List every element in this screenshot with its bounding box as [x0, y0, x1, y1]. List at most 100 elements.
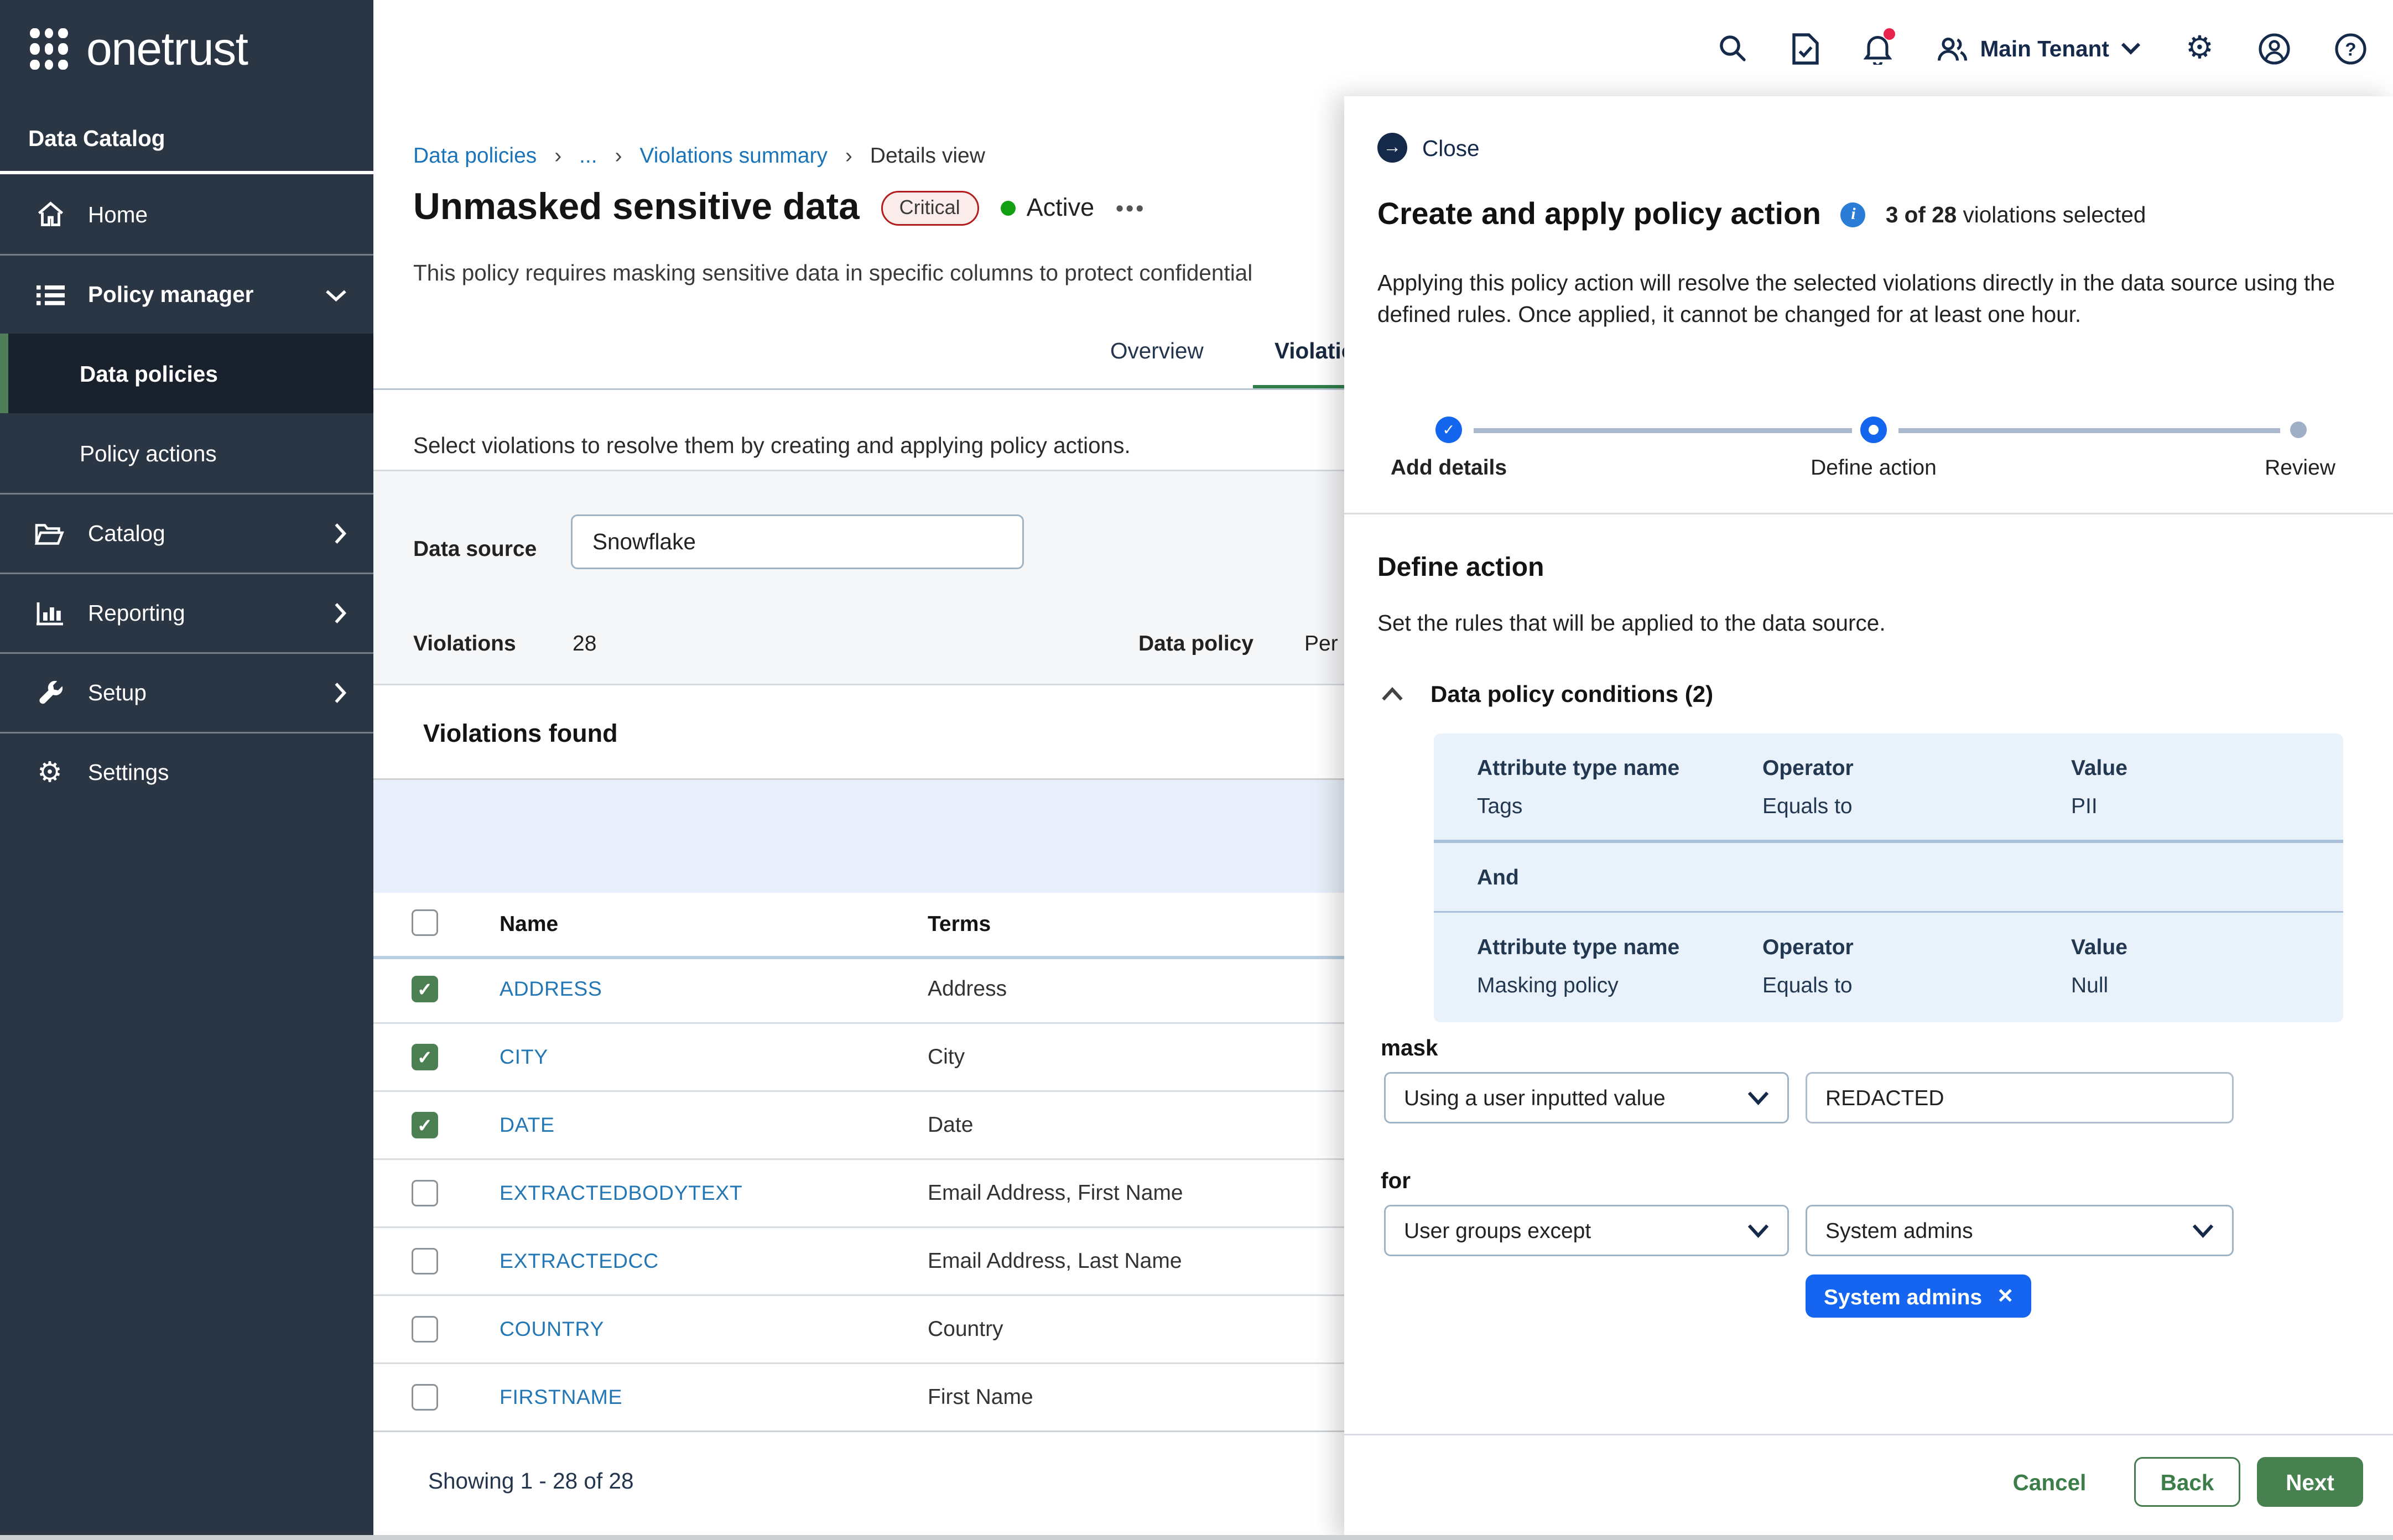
chip-remove-icon[interactable]: ✕: [1997, 1284, 2014, 1308]
svg-text:?: ?: [2345, 38, 2356, 59]
data-source-input[interactable]: Snowflake: [571, 514, 1024, 569]
conditions-title: Data policy conditions (2): [1430, 680, 1713, 707]
condition-headers: Attribute type nameOperatorValue: [1434, 755, 2343, 780]
conditions-toggle[interactable]: Data policy conditions (2): [1381, 680, 1713, 707]
row-checkbox[interactable]: ✓: [412, 1044, 438, 1070]
row-checkbox[interactable]: ✓: [412, 976, 438, 1002]
pagination-status: Showing 1 - 28 of 28: [428, 1469, 634, 1494]
row-checkbox[interactable]: [412, 1248, 438, 1274]
breadcrumb-data-policies[interactable]: Data policies: [413, 143, 537, 168]
tab-overview[interactable]: Overview: [1110, 339, 1204, 363]
violation-terms: Date: [928, 1112, 973, 1137]
breadcrumb-violations-summary[interactable]: Violations summary: [639, 143, 828, 168]
tenant-label: Main Tenant: [1980, 36, 2109, 61]
user-group-chip[interactable]: System admins ✕: [1806, 1274, 2032, 1318]
product-name: Data Catalog: [28, 126, 165, 151]
condition-row: Masking policyEquals toNull: [1434, 972, 2343, 997]
chevron-right-icon: [334, 682, 347, 704]
tenant-switcher[interactable]: Main Tenant: [1937, 34, 2141, 63]
home-icon: [35, 201, 65, 227]
column-header-name[interactable]: Name: [500, 911, 558, 936]
step-review[interactable]: Review: [2225, 455, 2375, 480]
violations-label: Violations: [413, 631, 516, 655]
row-checkbox[interactable]: [412, 1384, 438, 1411]
user-group-select[interactable]: System admins: [1806, 1205, 2234, 1256]
violation-link[interactable]: ADDRESS: [500, 977, 602, 1001]
violation-link[interactable]: EXTRACTEDCC: [500, 1250, 659, 1273]
next-button[interactable]: Next: [2257, 1457, 2363, 1507]
tenant-people-icon: [1937, 34, 1969, 63]
chevron-right-icon: [334, 602, 347, 624]
sidebar-item-data-policies[interactable]: Data policies: [0, 334, 373, 413]
step-upcoming-icon: [2290, 422, 2307, 438]
chevron-down-icon: [1747, 1090, 1769, 1105]
define-action-heading: Define action: [1377, 554, 1544, 584]
breadcrumb-ellipsis[interactable]: ...: [579, 143, 597, 168]
close-arrow-icon: →: [1377, 133, 1407, 163]
violation-link[interactable]: EXTRACTEDBODYTEXT: [500, 1182, 742, 1205]
conditions-panel: Attribute type nameOperatorValue TagsEqu…: [1434, 733, 2343, 1022]
settings-gear-icon[interactable]: ⚙: [2186, 33, 2214, 64]
violations-found-title: Violations found: [423, 720, 618, 748]
drawer-description: Applying this policy action will resolve…: [1377, 267, 2337, 330]
back-button[interactable]: Back: [2134, 1457, 2240, 1507]
sidebar: onetrust Data Catalog Home Policy manage…: [0, 0, 373, 1540]
violations-count: 28: [573, 631, 596, 655]
violation-link[interactable]: FIRSTNAME: [500, 1386, 622, 1409]
page-title: Unmasked sensitive data: [413, 186, 860, 229]
row-checkbox[interactable]: [412, 1180, 438, 1206]
row-checkbox[interactable]: ✓: [412, 1112, 438, 1138]
chevron-up-icon: [1381, 686, 1404, 701]
status-badge: Active: [1000, 194, 1095, 222]
more-actions-button[interactable]: •••: [1116, 195, 1146, 220]
define-action-subheading: Set the rules that will be applied to th…: [1377, 611, 1886, 636]
mask-value-input[interactable]: REDACTED: [1806, 1072, 2234, 1123]
for-label: for: [1381, 1168, 1411, 1193]
condition-headers: Attribute type nameOperatorValue: [1434, 934, 2343, 959]
sidebar-item-reporting[interactable]: Reporting: [0, 573, 373, 652]
sidebar-item-catalog[interactable]: Catalog: [0, 493, 373, 573]
violation-terms: City: [928, 1044, 965, 1069]
violation-terms: Address: [928, 976, 1007, 1001]
violation-link[interactable]: CITY: [500, 1045, 548, 1069]
breadcrumb: Data policies › ... › Violations summary…: [413, 143, 985, 168]
logo-grid-icon: [30, 28, 70, 72]
sidebar-item-policy-manager[interactable]: Policy manager: [0, 254, 373, 334]
notifications-bell-icon[interactable]: [1864, 33, 1892, 64]
onetrust-logo[interactable]: onetrust: [30, 23, 248, 76]
folder-icon: [35, 522, 65, 545]
help-icon[interactable]: ?: [2335, 33, 2366, 64]
wrench-icon: [35, 680, 65, 706]
search-icon[interactable]: [1718, 33, 1748, 63]
selected-violations-info: 3 of 28 violations selected: [1886, 202, 2146, 227]
step-complete-icon: ✓: [1435, 417, 1462, 443]
sidebar-item-policy-actions[interactable]: Policy actions: [0, 413, 373, 493]
data-source-label: Data source: [413, 536, 537, 561]
condition-joiner: And: [1434, 864, 2343, 889]
sidebar-item-settings[interactable]: ⚙ Settings: [0, 732, 373, 811]
select-violations-hint: Select violations to resolve them by cre…: [413, 433, 1131, 458]
severity-badge: Critical: [881, 190, 979, 225]
close-button[interactable]: → Close: [1377, 133, 1480, 163]
violation-link[interactable]: DATE: [500, 1114, 555, 1137]
logo-wordmark: onetrust: [86, 23, 248, 76]
sidebar-item-home[interactable]: Home: [0, 174, 373, 254]
step-define-action[interactable]: Define action: [1799, 455, 1948, 480]
violation-terms: First Name: [928, 1384, 1033, 1409]
row-checkbox[interactable]: [412, 1316, 438, 1343]
for-selector-select[interactable]: User groups except: [1384, 1205, 1789, 1256]
step-add-details[interactable]: Add details: [1374, 455, 1523, 480]
data-policy-value: Per: [1304, 631, 1338, 655]
violation-link[interactable]: COUNTRY: [500, 1318, 604, 1341]
chevron-down-icon: [325, 288, 347, 301]
window-bottom-edge: [0, 1535, 2393, 1540]
account-icon[interactable]: [2259, 33, 2290, 64]
cancel-button[interactable]: Cancel: [1991, 1457, 2108, 1507]
document-check-icon[interactable]: [1793, 33, 1819, 64]
sidebar-item-setup[interactable]: Setup: [0, 652, 373, 732]
select-all-checkbox[interactable]: [412, 909, 438, 936]
mask-method-select[interactable]: Using a user inputted value: [1384, 1072, 1789, 1123]
column-header-terms[interactable]: Terms: [928, 911, 991, 936]
bar-chart-icon: [35, 602, 65, 625]
app-window: Main Tenant ⚙ ? onetrust Data Catalog Ho…: [0, 0, 2393, 1540]
